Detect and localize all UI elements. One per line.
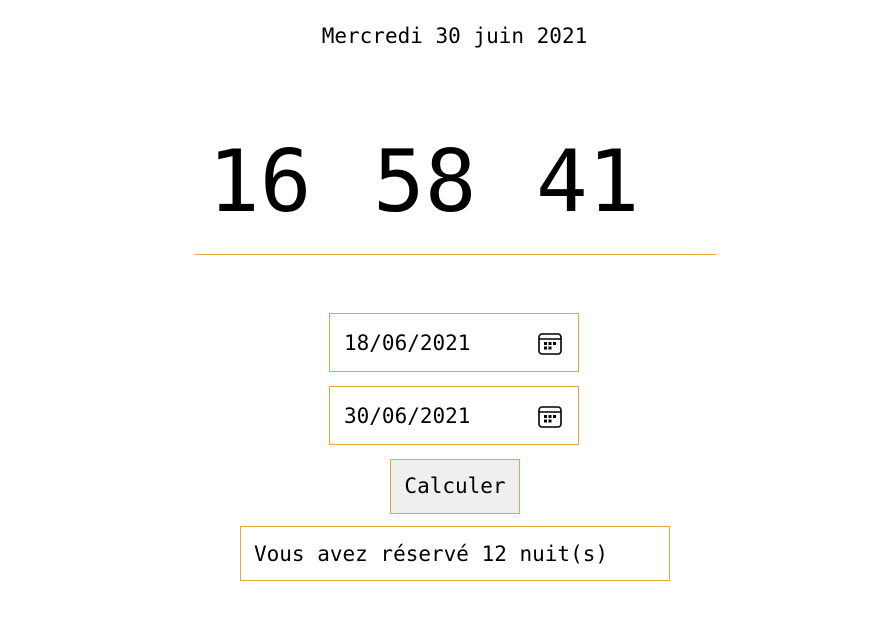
clock-minutes: 58 — [373, 132, 477, 232]
result-text: Vous avez réservé 12 nuit(s) — [254, 542, 609, 566]
calculate-button[interactable]: Calculer — [390, 459, 520, 514]
clock-hours: 16 — [208, 132, 312, 232]
end-date-value[interactable]: 30/06/2021 — [344, 403, 470, 429]
result-output: Vous avez réservé 12 nuit(s) — [240, 526, 670, 581]
clock-seconds: 41 — [536, 132, 640, 232]
end-date-input[interactable]: 30/06/2021 — [329, 386, 579, 445]
current-date: Mercredi 30 juin 2021 — [321, 24, 588, 48]
calendar-icon[interactable] — [537, 404, 563, 430]
clock-display: 16 58 41 — [203, 132, 703, 232]
calendar-icon[interactable] — [537, 331, 563, 357]
divider-line — [195, 254, 716, 255]
start-date-value[interactable]: 18/06/2021 — [344, 330, 470, 356]
start-date-input[interactable]: 18/06/2021 — [329, 313, 579, 372]
